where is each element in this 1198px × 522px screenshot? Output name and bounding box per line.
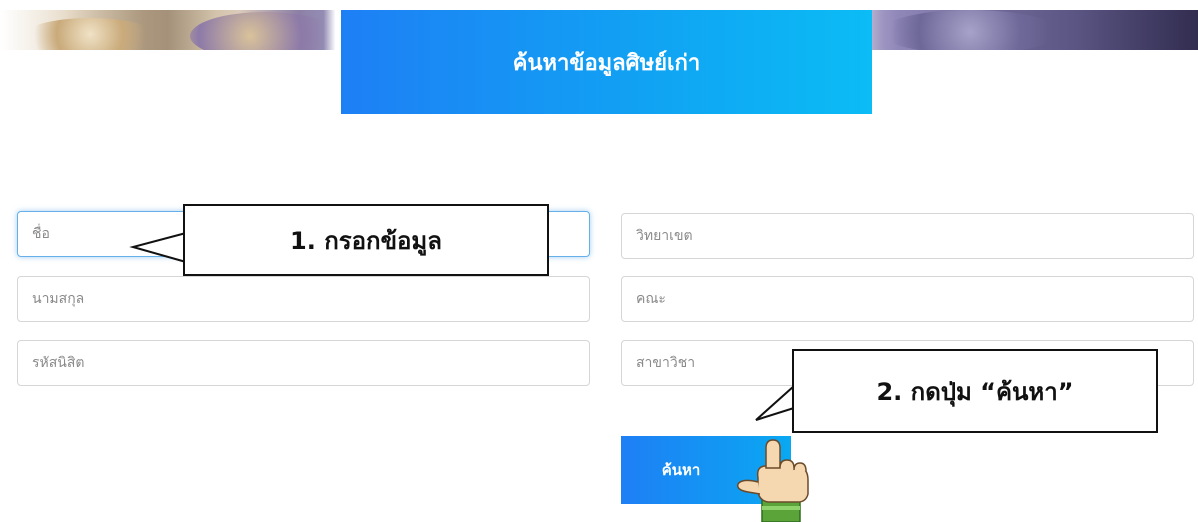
pointing-hand-icon <box>736 439 809 522</box>
